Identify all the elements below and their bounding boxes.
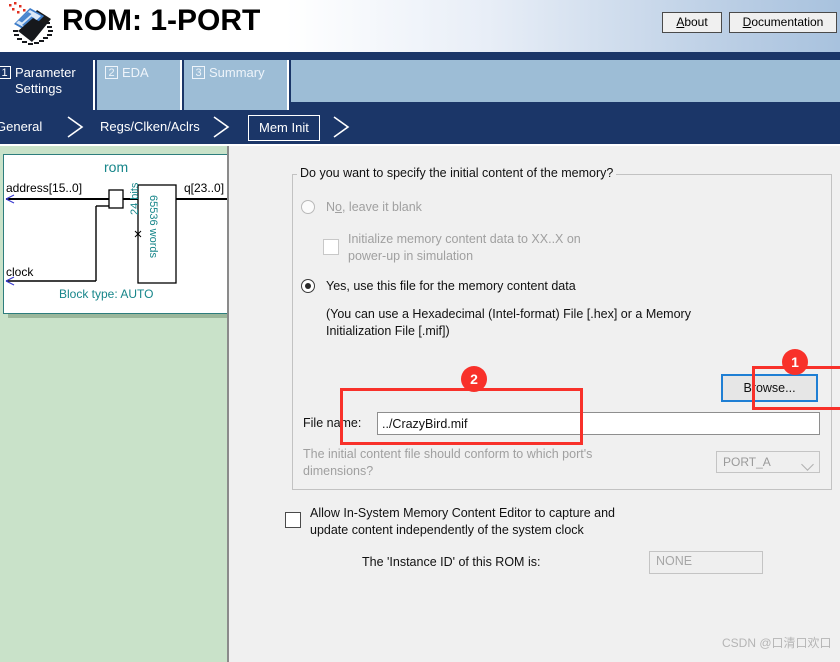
doc-accel: D [742, 15, 752, 29]
tab-label-line1: Parameter [15, 65, 76, 80]
label-instance-id: The 'Instance ID' of this ROM is: [362, 555, 541, 569]
rom-block-diagram: rom address[15..0] q[23..0] clock 24 bit… [3, 154, 251, 314]
tab-label-line2: Settings [15, 81, 62, 96]
documentation-button[interactable]: Documentation [729, 12, 837, 33]
label-file-name: File name: [303, 416, 362, 430]
diagram-port-address: address[15..0] [6, 181, 83, 195]
about-rest: bout [684, 15, 708, 29]
diagram-port-q: q[23..0] [184, 181, 225, 195]
label-allow-line1: Allow In-System Memory Content Editor to… [310, 506, 615, 520]
chevron-down-icon [801, 458, 814, 471]
port-select-value: PORT_A [723, 455, 771, 469]
instance-id-input[interactable]: NONE [649, 551, 763, 574]
diagram-mem-bits: 24 bits [129, 182, 141, 215]
label-conform-line1: The initial content file should conform … [303, 447, 593, 461]
groupbox-title: Do you want to specify the initial conte… [297, 166, 617, 180]
breadcrumb: General Regs/Clken/Aclrs Mem Init [0, 110, 840, 146]
label-allow-line2: update content independently of the syst… [310, 523, 584, 537]
app-header: ROM: 1-PORT About Documentation [0, 0, 840, 52]
chip-ic-icon [9, 2, 53, 45]
tab-filler [291, 60, 840, 102]
chevron-right-icon [333, 116, 350, 138]
diagram-mem-words: 65536 words [147, 195, 159, 258]
watermark: CSDN @口清口欢口 [722, 636, 832, 650]
diagram-block-type: Block type: AUTO [59, 287, 154, 301]
tab-label: EDA [122, 65, 149, 80]
radio-yes-use-file[interactable] [301, 279, 315, 293]
tab-number: 1 [0, 66, 11, 79]
tab-label: Parameter Settings [15, 65, 76, 97]
chevron-right-icon [213, 116, 230, 138]
radio-no-leave-blank[interactable] [301, 200, 315, 214]
label-init-xx-line1: Initialize memory content data to XX..X … [348, 232, 581, 246]
label-yes-use-file: Yes, use this file for the memory conten… [326, 279, 576, 293]
tab-summary[interactable]: 3 Summary [184, 60, 289, 110]
label-no-accel: o [335, 200, 342, 214]
browse-button[interactable]: Browse... [721, 374, 818, 402]
label-no-post: , leave it blank [341, 200, 422, 214]
diagram-port-clock: clock [6, 265, 34, 279]
page-title: ROM: 1-PORT [62, 4, 261, 37]
label-conform-line2: dimensions? [303, 464, 374, 478]
checkbox-init-xx[interactable] [323, 239, 339, 255]
filename-input[interactable] [377, 412, 820, 435]
wizard-tabbar: 1 Parameter Settings 2 EDA 3 Summary [0, 52, 840, 110]
tab-number: 3 [192, 66, 205, 79]
symbol-preview-panel: rom address[15..0] q[23..0] clock 24 bit… [0, 146, 256, 662]
label-init-xx-line2: power-up in simulation [348, 249, 474, 263]
breadcrumb-item-mem-init[interactable]: Mem Init [248, 115, 320, 141]
tab-number: 2 [105, 66, 118, 79]
label-no-pre: N [326, 200, 336, 214]
breadcrumb-item-general[interactable]: General [0, 116, 42, 138]
diagram-block-name: rom [104, 159, 129, 175]
hint-file-formats-line2: Initialization File [.mif]) [326, 324, 450, 338]
checkbox-allow-insystem-editor[interactable] [285, 512, 301, 528]
hint-file-formats-line1: (You can use a Hexadecimal (Intel-format… [326, 307, 691, 321]
about-button[interactable]: About [662, 12, 722, 33]
doc-rest: ocumentation [751, 15, 824, 29]
tab-eda[interactable]: 2 EDA [97, 60, 182, 110]
chevron-right-icon [67, 116, 84, 138]
port-dimensions-select[interactable]: PORT_A [716, 451, 820, 473]
breadcrumb-item-regs[interactable]: Regs/Clken/Aclrs [100, 116, 200, 138]
tab-parameter-settings[interactable]: 1 Parameter Settings [0, 60, 95, 110]
label-no-leave-blank: No, leave it blank [326, 200, 422, 214]
tab-label: Summary [209, 65, 265, 80]
